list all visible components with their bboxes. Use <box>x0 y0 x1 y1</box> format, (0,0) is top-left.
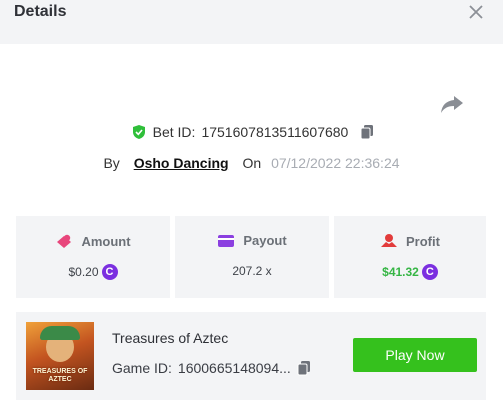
game-id-value: 1600665148094... <box>177 360 291 376</box>
game-card: TREASURES OF AZTEC Treasures of Aztec Ga… <box>16 312 486 400</box>
amount-card: Amount $0.20 C <box>16 216 170 298</box>
user-link[interactable]: Osho Dancing <box>134 155 229 171</box>
share-icon[interactable] <box>440 94 464 114</box>
amount-value: $0.20 <box>68 265 99 279</box>
profit-label: Profit <box>406 233 440 249</box>
card-icon <box>218 234 235 247</box>
bet-datetime: 07/12/2022 22:36:24 <box>271 155 400 171</box>
coin-icon: C <box>101 264 118 280</box>
profit-value: $41.32 <box>382 265 419 279</box>
payout-label: Payout <box>243 233 287 248</box>
game-thumbnail[interactable]: TREASURES OF AZTEC <box>26 322 94 390</box>
bet-id-row: Bet ID: 1751607813511607680 <box>0 124 503 140</box>
copy-icon[interactable] <box>360 124 374 140</box>
amount-label: Amount <box>81 233 131 249</box>
coin-icon: C <box>421 264 438 280</box>
bet-id-value: 1751607813511607680 <box>201 124 349 140</box>
game-id-label: Game ID: <box>112 360 172 376</box>
verified-shield-icon <box>132 125 145 139</box>
close-icon[interactable] <box>466 2 486 22</box>
payout-card: Payout 207.2 x <box>175 216 329 298</box>
profit-icon <box>381 234 398 247</box>
play-now-button[interactable]: Play Now <box>353 338 477 372</box>
copy-icon[interactable] <box>297 360 311 376</box>
amount-icon <box>57 234 72 248</box>
bet-id-label: Bet ID: <box>152 124 196 140</box>
bet-author-row: By Osho Dancing On 07/12/2022 22:36:24 <box>0 155 503 171</box>
payout-value: 207.2 x <box>232 264 272 278</box>
header-title: Details <box>14 3 67 20</box>
by-label: By <box>103 155 120 171</box>
game-id-row: Game ID: 1600665148094... <box>112 360 311 376</box>
game-logo-text: TREASURES OF AZTEC <box>32 368 88 383</box>
game-name: Treasures of Aztec <box>112 330 229 346</box>
details-header: Details <box>0 0 503 44</box>
on-label: On <box>242 155 262 171</box>
profit-card: Profit $41.32 C <box>334 216 486 298</box>
